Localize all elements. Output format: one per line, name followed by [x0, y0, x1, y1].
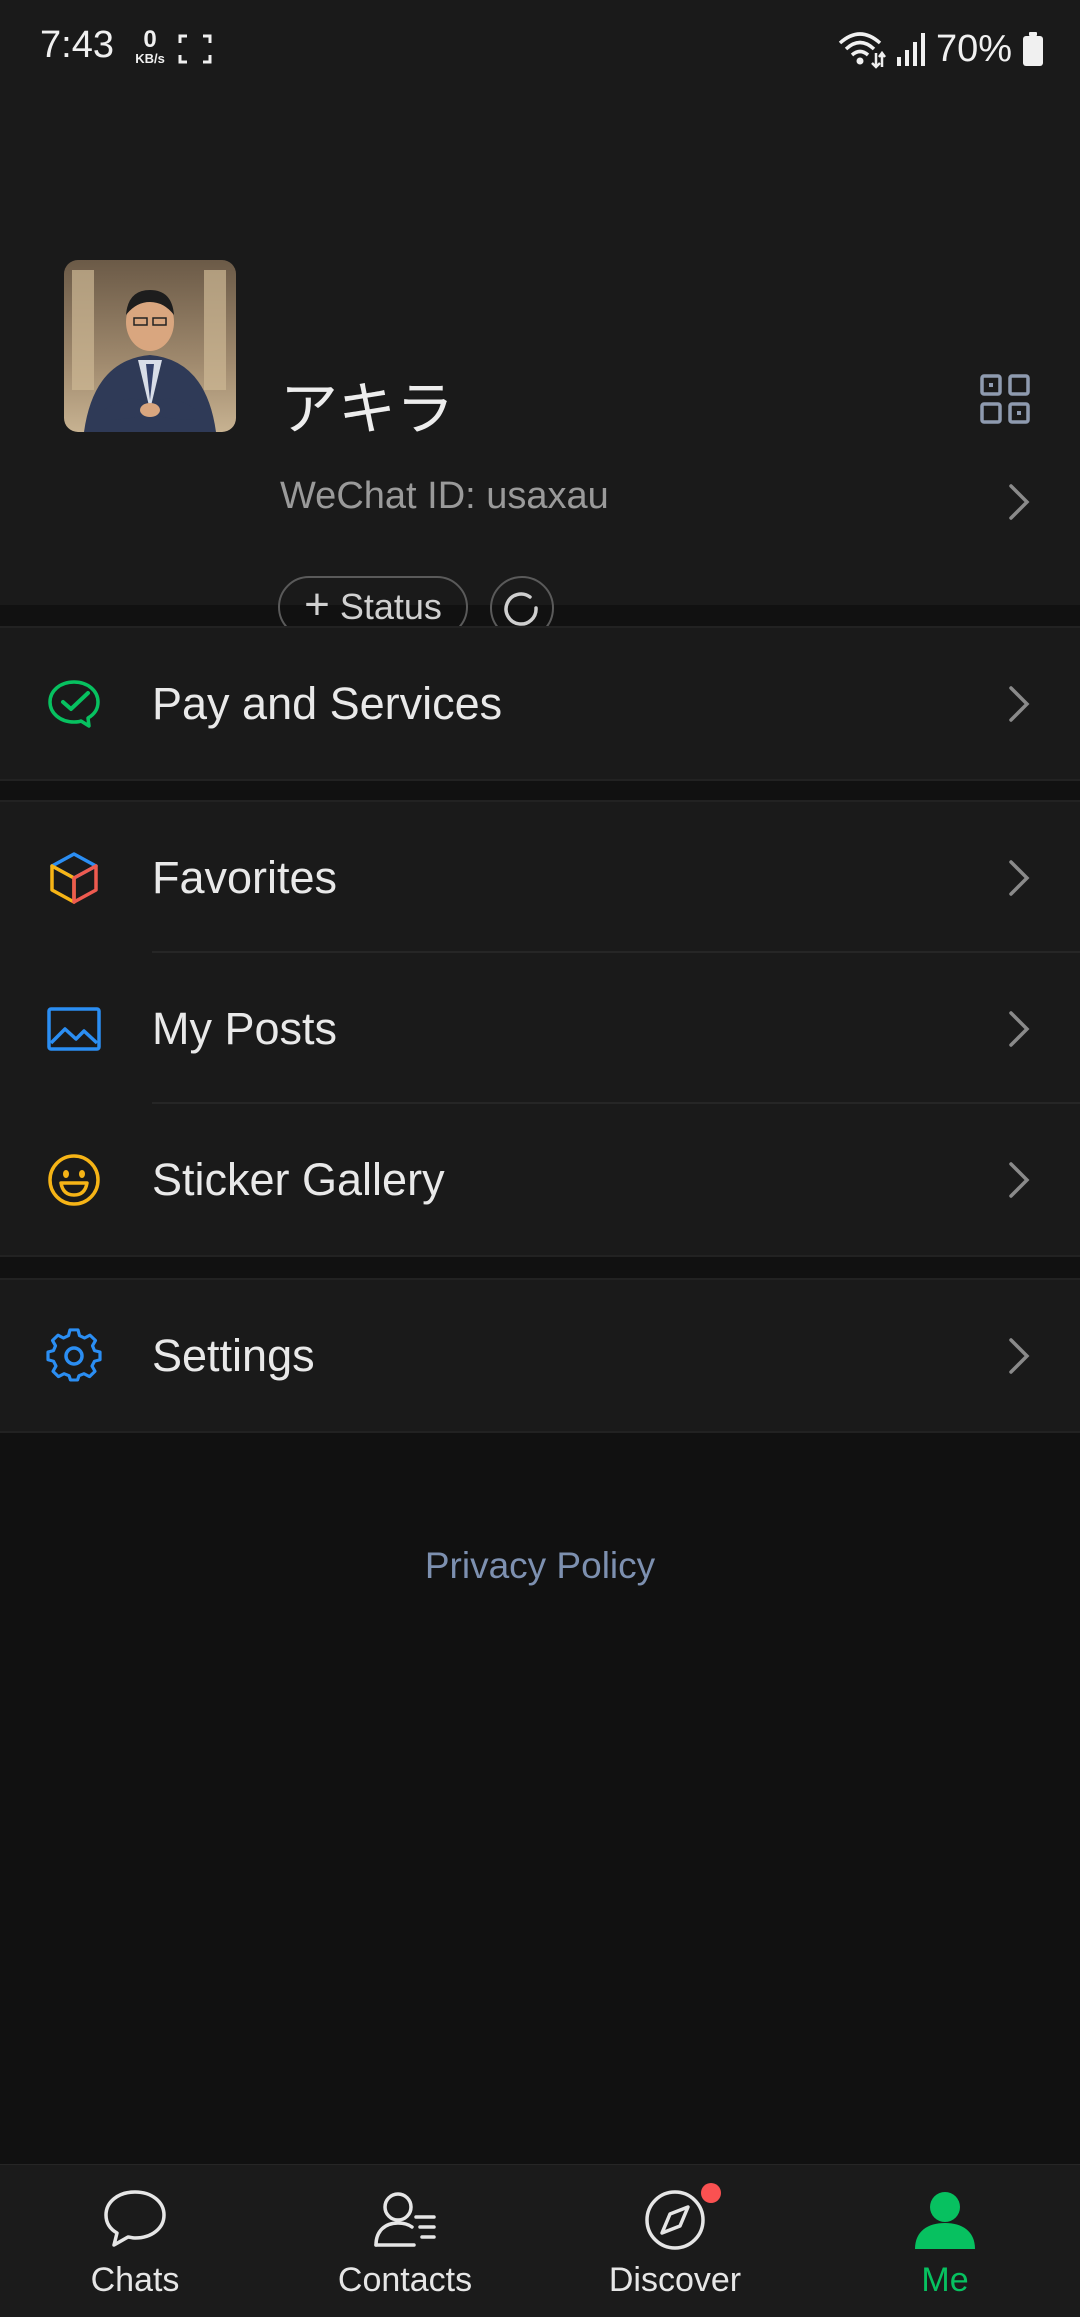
tab-contacts[interactable]: Contacts	[270, 2165, 540, 2317]
bottom-tab-bar: Chats Contacts Discover Me	[0, 2164, 1080, 2317]
tab-label: Chats	[90, 2261, 180, 2299]
chevron-right-icon	[1009, 1010, 1030, 1047]
qr-code-icon[interactable]	[980, 374, 1030, 424]
tab-label: Me	[921, 2261, 969, 2299]
avatar[interactable]	[64, 260, 236, 432]
smiley-face-icon	[48, 1153, 100, 1206]
menu-item-favorites[interactable]: Favorites	[0, 802, 1080, 953]
battery-percent: 70%	[935, 27, 1012, 70]
menu-item-settings[interactable]: Settings	[0, 1280, 1080, 1431]
tab-label: Discover	[608, 2261, 742, 2299]
network-speed-value: 0	[143, 26, 157, 53]
network-speed-unit: KB/s	[135, 51, 165, 66]
pay-services-icon	[48, 679, 100, 728]
status-indicators: 70%	[838, 24, 1044, 74]
signal-icon	[896, 33, 925, 66]
wifi-icon	[838, 32, 886, 69]
photo-album-icon	[47, 1006, 101, 1051]
profile-header[interactable]: アキラ WeChat ID: usaxau + Status	[0, 100, 1080, 640]
menu-label-settings: Settings	[152, 1329, 315, 1381]
avatar-photo	[64, 260, 236, 432]
tab-discover[interactable]: Discover	[540, 2165, 810, 2317]
gear-icon	[46, 1327, 102, 1382]
battery-icon	[1023, 32, 1043, 66]
menu-label-pay: Pay and Services	[152, 677, 503, 729]
screenshot-icon	[178, 34, 212, 64]
person-icon	[915, 2192, 975, 2249]
tab-chats[interactable]: Chats	[0, 2165, 270, 2317]
chevron-right-icon	[1009, 1161, 1030, 1198]
menu-item-my-posts[interactable]: My Posts	[0, 953, 1080, 1104]
menu-group-settings: Settings	[0, 1278, 1080, 1433]
chevron-right-icon	[1009, 484, 1030, 520]
status-time: 7:43	[40, 24, 114, 66]
menu-label-sticker-gallery: Sticker Gallery	[152, 1153, 445, 1205]
notification-badge	[701, 2183, 721, 2203]
chat-bubble-icon	[104, 2190, 166, 2247]
tab-me[interactable]: Me	[810, 2165, 1080, 2317]
contacts-icon	[374, 2192, 436, 2247]
status-button-label: Status	[339, 586, 442, 627]
menu-item-sticker-gallery[interactable]: Sticker Gallery	[0, 1104, 1080, 1255]
menu-item-pay-services[interactable]: Pay and Services	[0, 628, 1080, 779]
chevron-right-icon	[1009, 859, 1030, 896]
menu-group-content: Favorites My Posts Sticker Gallery	[0, 800, 1080, 1257]
chevron-right-icon	[1009, 685, 1030, 722]
favorites-cube-icon	[50, 851, 98, 904]
profile-name: アキラ	[280, 375, 455, 443]
compass-icon	[645, 2190, 705, 2250]
plus-icon: +	[304, 580, 330, 629]
menu-label-my-posts: My Posts	[152, 1002, 338, 1054]
wechat-id: WeChat ID: usaxau	[280, 475, 609, 517]
status-bar: 7:43 0 KB/s 70%	[0, 0, 1080, 100]
network-speed: 0 KB/s	[130, 26, 170, 66]
privacy-policy-link[interactable]: Privacy Policy	[0, 1545, 1080, 1587]
chevron-right-icon	[1009, 1337, 1030, 1374]
tab-label: Contacts	[337, 2261, 473, 2299]
menu-label-favorites: Favorites	[152, 851, 338, 903]
menu-group-pay: Pay and Services	[0, 626, 1080, 781]
